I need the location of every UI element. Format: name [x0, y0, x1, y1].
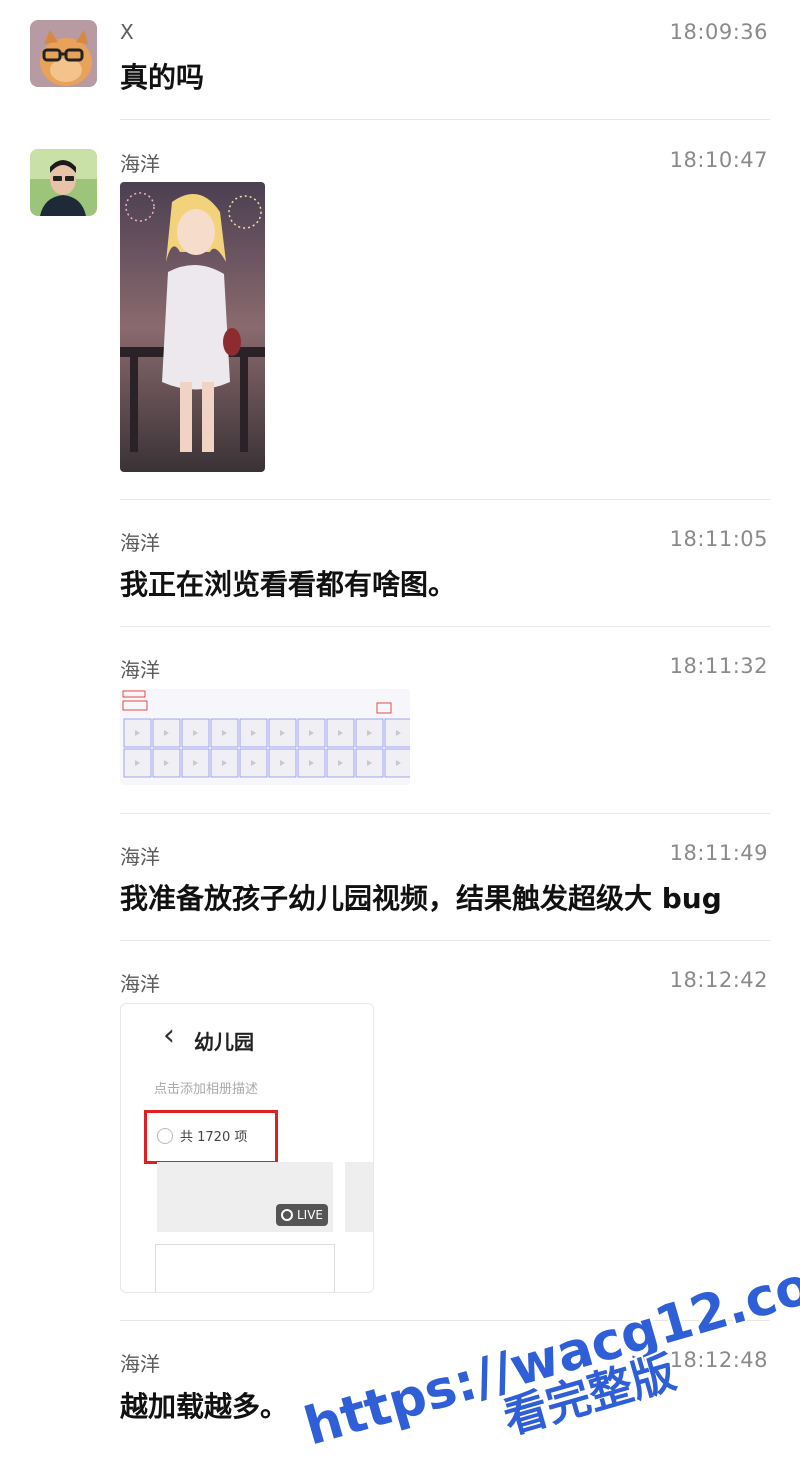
- anime-image-thumbnail[interactable]: [120, 182, 265, 472]
- album-description: 点击添加相册描述: [154, 1082, 259, 1097]
- live-icon: [281, 1209, 293, 1221]
- sender-name: 海洋: [120, 152, 160, 176]
- back-chevron-icon: ‹: [163, 1018, 175, 1053]
- photo-tile: [345, 1162, 373, 1232]
- message-2: 海洋 18:10:47: [0, 120, 800, 500]
- message-6: 海洋 18:12:42 ‹ 幼儿园 点击添加相册描述 共 1720 项 LIVE: [0, 941, 800, 1321]
- photo-tile: [155, 1244, 335, 1292]
- message-text[interactable]: 越加载越多。: [120, 1385, 288, 1425]
- message-time: 18:09:36: [669, 20, 768, 44]
- sender-name: 海洋: [120, 845, 160, 869]
- sender-name: X: [120, 20, 134, 44]
- sender-name: 海洋: [120, 972, 160, 996]
- message-1: X 18:09:36 真的吗: [0, 0, 800, 120]
- message-time: 18:11:05: [669, 527, 768, 551]
- select-radio-icon: [157, 1128, 173, 1144]
- message-5: 海洋 18:11:49 我准备放孩子幼儿园视频，结果触发超级大 bug: [0, 814, 800, 941]
- message-time: 18:12:42: [669, 968, 768, 992]
- sender-name: 海洋: [120, 1352, 160, 1376]
- sender-name: 海洋: [120, 531, 160, 555]
- message-3: 海洋 18:11:05 我正在浏览看看都有啥图。: [0, 500, 800, 627]
- message-text[interactable]: 我准备放孩子幼儿园视频，结果触发超级大 bug: [120, 877, 722, 917]
- avatar-x[interactable]: [30, 20, 97, 87]
- sender-name: 海洋: [120, 658, 160, 682]
- live-badge: LIVE: [276, 1204, 328, 1226]
- album-title: 幼儿园: [194, 1030, 254, 1054]
- message-4: 海洋 18:11:32: [0, 627, 800, 814]
- message-time: 18:11:32: [669, 654, 768, 678]
- item-count: 共 1720 项: [180, 1130, 248, 1145]
- album-screenshot-card[interactable]: ‹ 幼儿园 点击添加相册描述 共 1720 项 LIVE: [120, 1003, 374, 1293]
- message-text[interactable]: 真的吗: [120, 56, 204, 96]
- live-label: LIVE: [297, 1208, 324, 1222]
- message-time: 18:11:49: [669, 841, 768, 865]
- avatar-haiyang[interactable]: [30, 149, 97, 216]
- message-text[interactable]: 我正在浏览看看都有啥图。: [120, 563, 456, 603]
- grid-screenshot-thumbnail[interactable]: [120, 689, 410, 785]
- message-time: 18:10:47: [669, 148, 768, 172]
